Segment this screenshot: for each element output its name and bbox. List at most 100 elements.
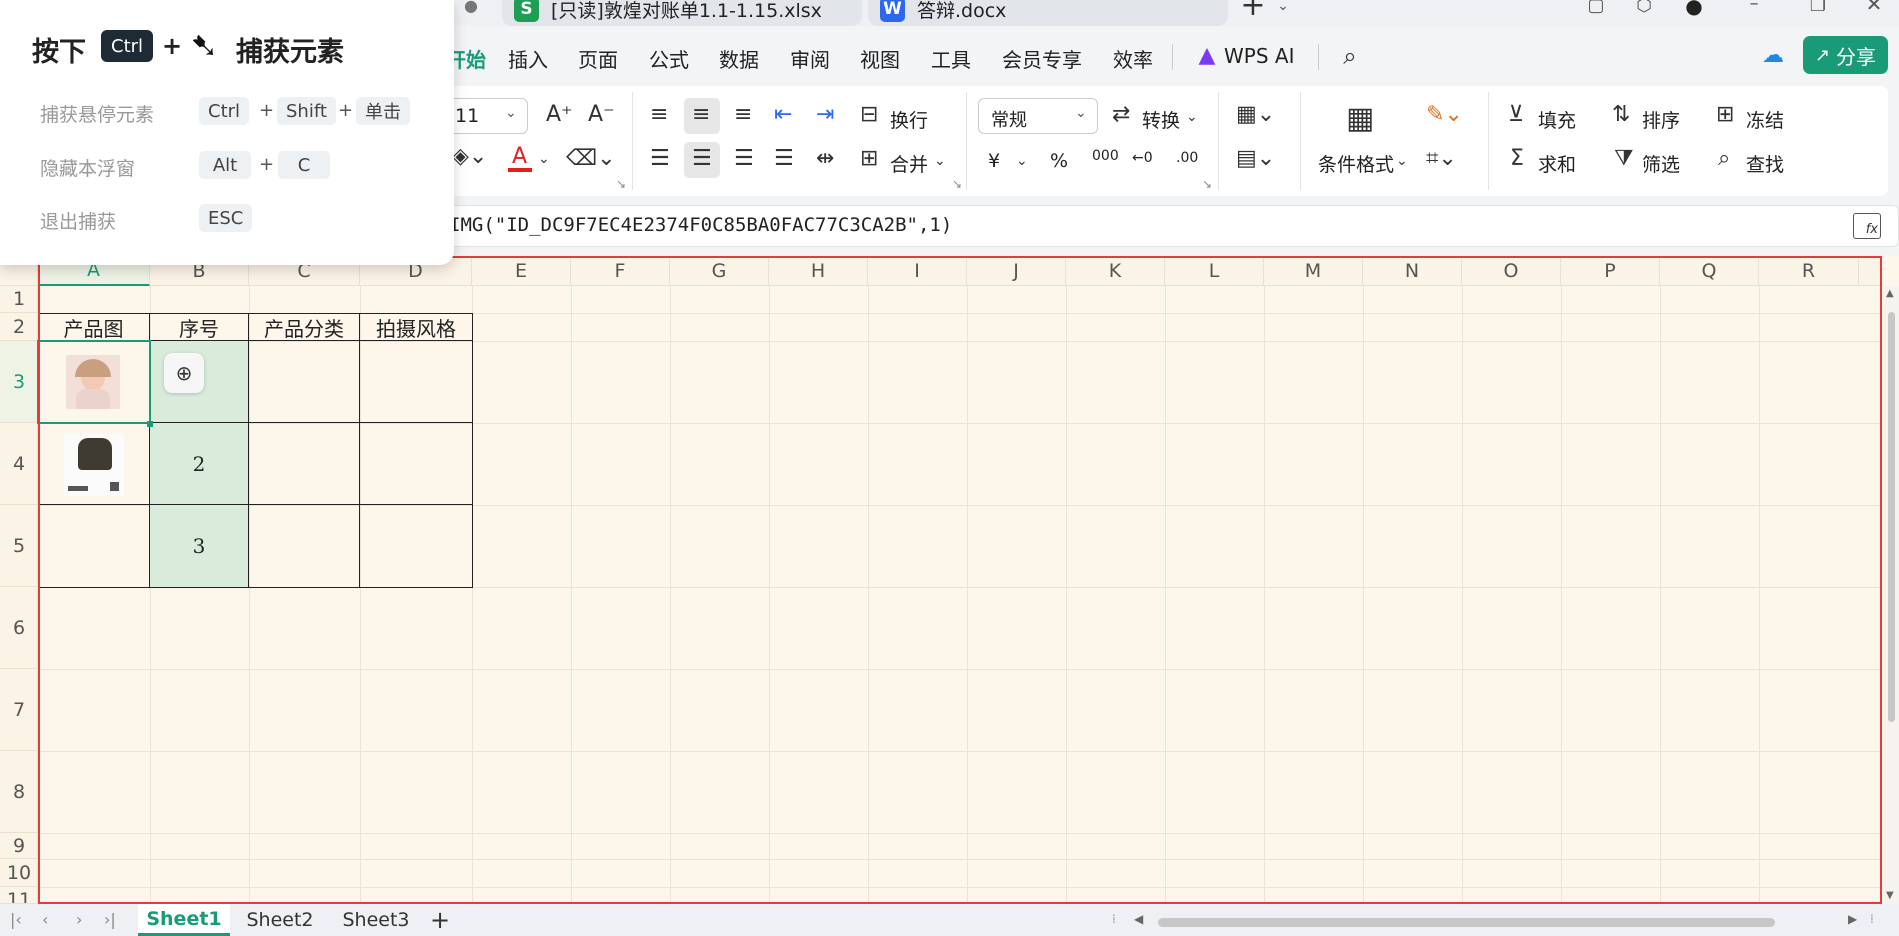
menu-data[interactable]: 数据 (719, 44, 759, 73)
row-header-3[interactable]: 3 (0, 341, 38, 423)
align-bottom-icon[interactable]: ≡ (734, 104, 752, 126)
fill-icon[interactable]: ⊻ (1508, 104, 1524, 126)
seq-cell-2[interactable]: 2 (150, 423, 248, 505)
align-left-icon[interactable]: ☰ (650, 148, 670, 170)
next-sheet-icon[interactable]: › (76, 910, 82, 929)
menu-view[interactable]: 视图 (860, 44, 900, 73)
menu-review[interactable]: 审阅 (790, 44, 830, 73)
menu-page[interactable]: 页面 (578, 44, 618, 73)
indent-decrease-icon[interactable]: ⇤ (774, 104, 792, 126)
wrap-text-icon[interactable]: ⊟ (860, 104, 878, 126)
chevron-down-icon[interactable]: ⌄ (1016, 154, 1028, 168)
row-header-11[interactable]: 11 (0, 887, 38, 904)
menu-insert[interactable]: 插入 (508, 44, 548, 73)
merge-label[interactable]: 合并 (890, 150, 928, 177)
minimize-icon[interactable]: – (1742, 0, 1766, 14)
window-icon[interactable]: ▢ (1584, 0, 1608, 16)
chevron-down-icon[interactable]: ⌄ (1272, 0, 1294, 16)
dialog-launcher-icon[interactable]: ↘ (616, 178, 626, 190)
find-icon[interactable]: ⌕ (1718, 148, 1730, 170)
row-header-7[interactable]: 7 (0, 669, 38, 751)
cell-style-icon[interactable]: ▦⌄ (1236, 104, 1275, 126)
zoom-in-icon[interactable]: ⊕ (164, 353, 204, 393)
border-icon[interactable]: ⌗⌄ (1426, 148, 1457, 170)
scroll-up-icon[interactable]: ▲ (1886, 288, 1894, 299)
col-header-o[interactable]: O (1462, 256, 1561, 286)
sum-icon[interactable]: Σ (1510, 148, 1524, 170)
tab-xlsx[interactable]: S [只读]敦煌对账单1.1-1.15.xlsx (502, 0, 862, 26)
font-color-button[interactable]: A (506, 144, 536, 172)
row-header-2[interactable]: 2 (0, 313, 38, 341)
sum-label[interactable]: 求和 (1538, 150, 1576, 177)
close-icon[interactable]: ✕ (1862, 0, 1886, 14)
sheet-tab-3[interactable]: Sheet3 (330, 904, 422, 936)
row-header-1[interactable]: 1 (0, 286, 38, 313)
chevron-down-icon[interactable]: ⌄ (934, 154, 946, 168)
new-tab-icon[interactable]: + (1238, 0, 1268, 21)
horizontal-scroll-thumb[interactable] (1158, 918, 1775, 927)
header-product-category[interactable]: 产品分类 (249, 313, 359, 341)
fx-icon[interactable]: fx (1853, 213, 1881, 239)
cloud-upload-icon[interactable]: ☁ (1758, 42, 1788, 70)
cube-icon[interactable]: ⬡ (1632, 0, 1656, 16)
thousands-button[interactable]: 000 (1092, 148, 1119, 164)
menu-wps-ai[interactable]: WPS AI (1224, 44, 1294, 68)
spreadsheet-grid[interactable]: A B C D E F G H I J K L M N O P Q R 1 2 … (0, 256, 1899, 904)
table-style-icon[interactable]: ▤⌄ (1236, 148, 1275, 170)
distribute-icon[interactable]: ⇹ (816, 148, 834, 170)
dialog-launcher-icon[interactable]: ↘ (952, 178, 962, 190)
sort-label[interactable]: 排序 (1642, 106, 1680, 133)
col-header-l[interactable]: L (1165, 256, 1264, 286)
col-header-j[interactable]: J (967, 256, 1066, 286)
col-header-r[interactable]: R (1759, 256, 1859, 286)
col-header-g[interactable]: G (670, 256, 769, 286)
row-header-9[interactable]: 9 (0, 833, 38, 859)
increase-decimal-button[interactable]: ←0 (1132, 150, 1153, 166)
col-header-p[interactable]: P (1561, 256, 1660, 286)
chevron-down-icon[interactable]: ⌄ (1186, 110, 1198, 124)
share-button[interactable]: ↗ 分享 (1803, 36, 1888, 74)
col-header-m[interactable]: M (1264, 256, 1363, 286)
scroll-down-icon[interactable]: ▼ (1886, 890, 1894, 901)
sheet-tab-1[interactable]: Sheet1 (138, 904, 230, 936)
restore-icon[interactable]: ❐ (1806, 0, 1830, 16)
active-cell-a3[interactable] (37, 340, 151, 424)
col-header-q[interactable]: Q (1660, 256, 1759, 286)
filter-icon[interactable]: ⧩ (1614, 148, 1634, 170)
first-sheet-icon[interactable]: |‹ (10, 910, 22, 929)
row-header-6[interactable]: 6 (0, 587, 38, 669)
justify-icon[interactable]: ☰ (774, 148, 794, 170)
font-grow-icon[interactable]: A⁺ (546, 104, 573, 126)
conditional-format-label[interactable]: 条件格式 (1318, 150, 1394, 177)
decrease-decimal-button[interactable]: .00 (1176, 150, 1198, 166)
currency-button[interactable]: ¥ (988, 150, 1000, 172)
add-sheet-icon[interactable]: + (430, 906, 450, 934)
indent-increase-icon[interactable]: ⇥ (816, 104, 834, 126)
col-header-f[interactable]: F (571, 256, 670, 286)
row-header-8[interactable]: 8 (0, 751, 38, 833)
menu-efficiency[interactable]: 效率 (1113, 44, 1153, 73)
last-sheet-icon[interactable]: ›| (104, 910, 116, 929)
col-header-h[interactable]: H (769, 256, 868, 286)
freeze-icon[interactable]: ⊞ (1716, 104, 1734, 126)
menu-member[interactable]: 会员专享 (1002, 44, 1082, 73)
prev-sheet-icon[interactable]: ‹ (42, 910, 48, 929)
scroll-left-icon[interactable]: ◀ (1134, 912, 1143, 926)
sheet-tab-2[interactable]: Sheet2 (234, 904, 326, 936)
col-header-i[interactable]: I (868, 256, 967, 286)
header-sequence[interactable]: 序号 (150, 313, 248, 341)
chevron-down-icon[interactable]: ⌄ (538, 152, 550, 166)
sort-icon[interactable]: ⇅ (1612, 104, 1630, 126)
fill-color-icon[interactable]: ◈⌄ (452, 146, 487, 168)
filter-label[interactable]: 筛选 (1642, 150, 1680, 177)
font-shrink-icon[interactable]: A⁻ (588, 104, 615, 126)
convert-icon[interactable]: ⇄ (1112, 104, 1130, 126)
tab-close-icon[interactable]: ● (460, 0, 482, 14)
dialog-launcher-icon[interactable]: ↘ (1202, 178, 1212, 190)
col-header-n[interactable]: N (1363, 256, 1462, 286)
scroll-thumb[interactable] (1888, 312, 1895, 722)
tab-docx[interactable]: W 答辩.docx (868, 0, 1228, 26)
menu-tools[interactable]: 工具 (931, 44, 971, 73)
eraser-icon[interactable]: ⌫⌄ (566, 148, 616, 170)
header-shooting-style[interactable]: 拍摄风格 (360, 313, 472, 341)
